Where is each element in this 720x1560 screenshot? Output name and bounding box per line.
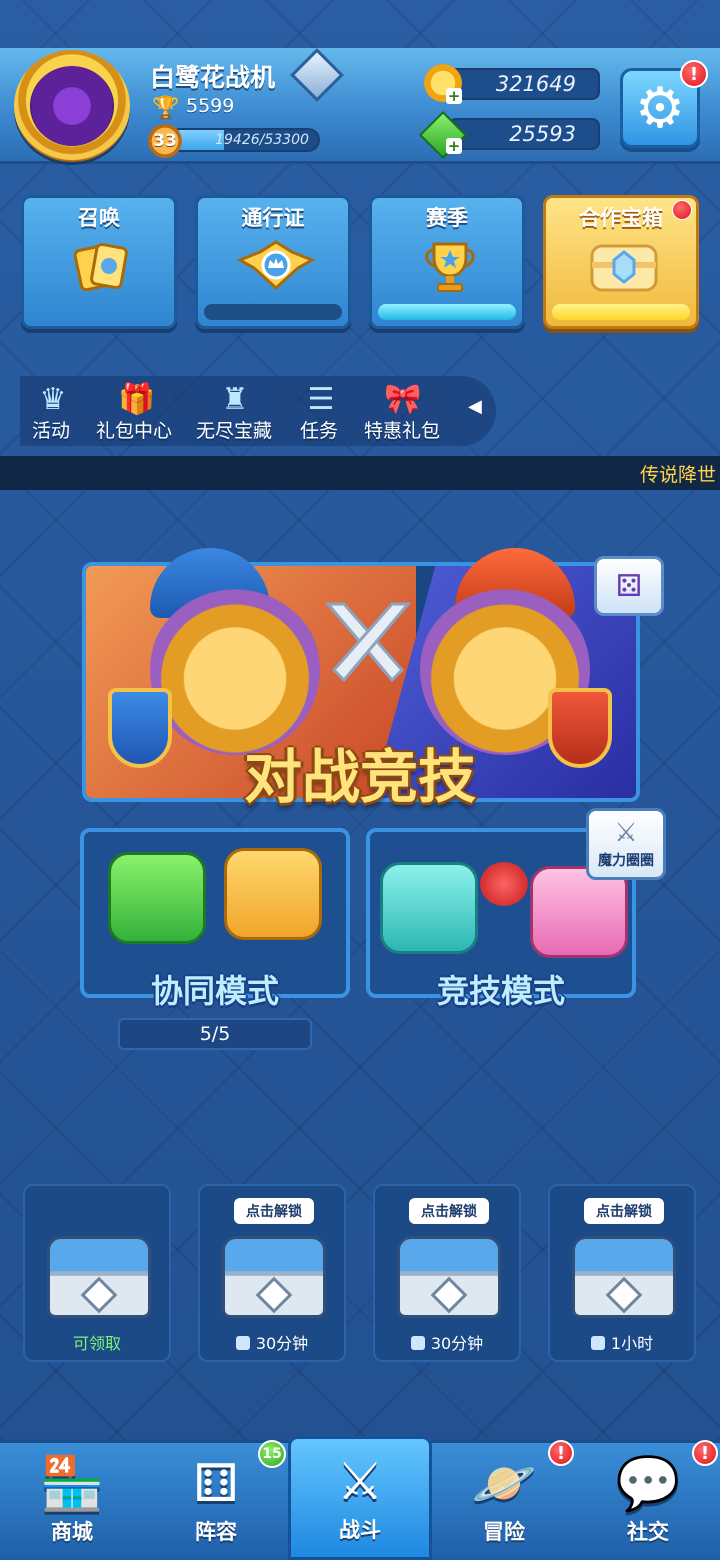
summon-card[interactable]: 召唤: [21, 195, 177, 329]
shortcut-gift-center[interactable]: 礼包中心: [96, 416, 172, 443]
collapse-arrow-icon[interactable]: ◀: [468, 396, 482, 417]
ticker-text: 传说降世: [639, 464, 716, 486]
chest-timer: 30分钟: [375, 1330, 519, 1354]
pvp-mode-title: 竞技模式: [436, 972, 565, 1010]
lock-icon: [590, 1336, 605, 1350]
treasure-icon[interactable]: ♜: [218, 382, 252, 417]
xp-text: 19426/53300: [215, 132, 309, 148]
unlock-tip: 点击解锁: [584, 1198, 664, 1224]
add-coins-icon[interactable]: +: [446, 88, 462, 104]
bow-gift-icon[interactable]: 🎀: [384, 382, 421, 417]
trophy-icon: 🏆: [152, 96, 180, 121]
nav-battle[interactable]: ⚔ 战斗: [288, 1436, 432, 1560]
nav-label: 冒险: [483, 1520, 525, 1544]
nav-shop[interactable]: 🏪 商城: [0, 1440, 144, 1560]
unlock-tip: 点击解锁: [234, 1198, 314, 1224]
lock-icon: [410, 1336, 425, 1350]
battle-pass-card[interactable]: 通行证: [195, 195, 351, 329]
rank-emblem-icon: [30, 66, 114, 146]
planet-icon: 🪐: [471, 1454, 537, 1514]
gem-balance: 25593: [448, 118, 600, 150]
coop-chest-progress-fill: [552, 304, 690, 320]
blue-shield-icon: [108, 688, 172, 768]
trophy-count: 5599: [186, 95, 235, 117]
season-card[interactable]: 赛季: [369, 195, 525, 329]
crown-badge-icon: [236, 240, 316, 291]
card-title: 通行证: [241, 206, 305, 230]
nav-label: 战斗: [339, 1518, 381, 1542]
chest-slot-4[interactable]: 点击解锁 1小时: [548, 1184, 696, 1362]
cards-icon: [74, 242, 128, 292]
unlock-tip: 点击解锁: [409, 1198, 489, 1224]
add-gems-icon[interactable]: +: [446, 138, 462, 154]
settings-alert-badge: !: [680, 60, 708, 88]
red-shield-icon: [548, 688, 612, 768]
card-title: 召唤: [78, 206, 120, 230]
gear-icon: ⚙: [634, 75, 686, 141]
chest-icon: [590, 244, 658, 292]
lineup-count-badge: 15: [258, 1440, 286, 1468]
chest-slot-2[interactable]: 点击解锁 30分钟: [198, 1184, 346, 1362]
chest-timer: 1小时: [550, 1330, 694, 1354]
chest-timer: 30分钟: [200, 1330, 344, 1354]
trophy-icon: [425, 242, 475, 292]
season-progress-fill: [378, 304, 516, 320]
dice-icon: ⚅: [193, 1454, 239, 1514]
player-level: 33: [148, 124, 182, 158]
coop-chest-alert-dot: [672, 200, 692, 220]
teal-cube-icon: [380, 862, 478, 954]
task-list-icon[interactable]: ☰: [304, 382, 338, 417]
social-alert-badge: !: [692, 1440, 718, 1466]
player-name: 白鹭花战机: [150, 63, 276, 92]
season-progress: [378, 304, 516, 320]
shortcut-endless-treasure[interactable]: 无尽宝藏: [196, 416, 272, 443]
yellow-cube-icon: [224, 848, 322, 940]
coin-balance: 321649: [448, 68, 600, 100]
boxing-glove-icon: [480, 862, 528, 906]
shortcut-special-offer[interactable]: 特惠礼包: [364, 416, 440, 443]
nav-label: 阵容: [195, 1520, 237, 1544]
coop-mode-title: 协同模式: [150, 972, 279, 1010]
crown-icon[interactable]: ♛: [36, 382, 70, 417]
card-title: 赛季: [426, 206, 468, 230]
adventure-alert-badge: !: [548, 1440, 574, 1466]
chest-slot-1[interactable]: 可领取: [23, 1184, 171, 1362]
nav-label: 社交: [627, 1520, 669, 1544]
battle-pass-progress: [204, 304, 342, 320]
chat-icon: 💬: [615, 1454, 681, 1514]
gift-icon[interactable]: 🎁: [118, 382, 155, 417]
swords-icon: ⚔: [614, 818, 638, 848]
chest-slot-3[interactable]: 点击解锁 30分钟: [373, 1184, 521, 1362]
nav-label: 商城: [51, 1520, 93, 1544]
dice-deck-button[interactable]: ⚄: [594, 556, 664, 616]
chest-timer-text: 1小时: [610, 1334, 654, 1353]
green-cube-icon: [108, 852, 206, 944]
lock-icon: [235, 1336, 250, 1350]
shortcut-activity[interactable]: 活动: [32, 416, 70, 443]
battle-title: 对战竞技: [243, 743, 476, 811]
shortcut-tasks[interactable]: 任务: [300, 416, 338, 443]
shop-icon: 🏪: [39, 1454, 105, 1514]
crossed-swords-icon: [324, 602, 412, 683]
crossed-swords-icon: ⚔: [336, 1452, 384, 1512]
chest-status: 可领取: [72, 1334, 121, 1353]
coop-chest-progress: [552, 304, 690, 320]
coop-progress: 5/5: [118, 1018, 312, 1050]
magic-circle-label: 魔力圈圈: [598, 853, 654, 869]
chest-timer-text: 30分钟: [255, 1334, 309, 1353]
dice-icon: ⚄: [615, 568, 643, 604]
magic-circle-badge[interactable]: ⚔ 魔力圈圈: [586, 808, 666, 880]
announcement-ticker: [0, 456, 720, 490]
chest-timer-text: 30分钟: [430, 1334, 484, 1353]
